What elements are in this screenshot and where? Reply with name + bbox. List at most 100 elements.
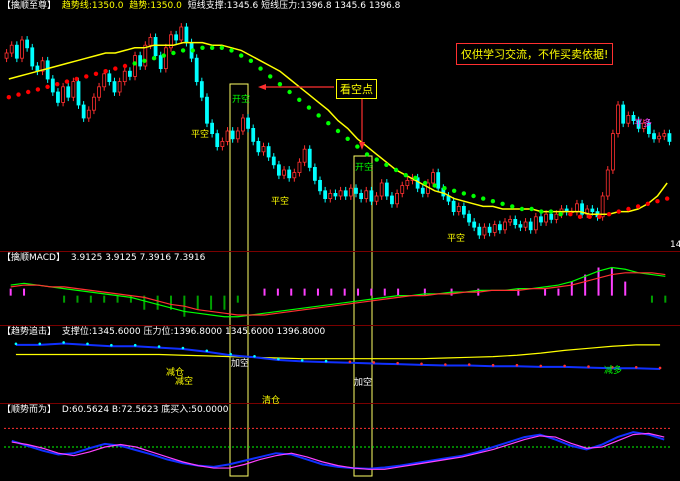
candle-body — [518, 224, 523, 228]
candle-body — [451, 200, 456, 212]
support-dot — [258, 66, 263, 71]
candle-body — [174, 34, 179, 41]
candle-body — [230, 130, 235, 140]
trend-dot — [157, 345, 161, 348]
candle-body — [400, 185, 405, 194]
candle-body — [318, 179, 322, 192]
candle-body — [312, 166, 317, 181]
add-short-tag-1: 加空 — [231, 359, 250, 369]
trend-dot — [467, 363, 471, 366]
support-dot — [568, 212, 573, 217]
candle-body — [25, 39, 30, 49]
trend-dot — [587, 365, 590, 368]
support-dot — [277, 82, 283, 87]
trend-dot — [38, 342, 42, 346]
support-dot — [238, 53, 244, 58]
close-short-tag-1: 平空 — [191, 130, 210, 140]
candle-body — [379, 182, 384, 197]
support-dot — [587, 214, 592, 219]
candle-body — [138, 55, 143, 67]
trend-dot — [277, 357, 280, 361]
callout-arrowhead-down — [359, 142, 365, 150]
candle-body — [533, 216, 538, 231]
support-dot — [132, 61, 137, 66]
support-dot — [297, 97, 302, 103]
candle-body — [158, 55, 163, 69]
candle-body — [282, 169, 286, 176]
candle-body — [662, 133, 667, 137]
candle-body — [667, 133, 672, 142]
candle-body — [384, 182, 389, 197]
support-dot — [539, 209, 544, 214]
candle-body — [56, 91, 60, 103]
support-dot — [190, 48, 195, 53]
candle-body — [292, 172, 297, 179]
support-dot — [171, 50, 176, 56]
support-dot — [432, 183, 438, 188]
support-dot — [403, 173, 408, 178]
candle-body — [92, 96, 96, 111]
main-panel-title: 【擒顺至尊】 — [2, 1, 57, 11]
support-dot — [345, 136, 350, 141]
candle-body — [323, 190, 328, 200]
support-dot — [55, 82, 60, 87]
candle-body — [81, 104, 86, 119]
trend-dot — [563, 364, 566, 368]
macd-values: 3.9125 3.9125 7.3916 7.3916 — [70, 253, 206, 263]
trend-dot — [396, 361, 399, 365]
candle-body — [354, 187, 358, 194]
candle-body — [333, 192, 338, 197]
support-dot — [287, 89, 292, 95]
candle-body — [621, 104, 626, 124]
support-dot — [16, 92, 21, 97]
main-trend-value: 趋势线:1350.0 — [61, 1, 124, 11]
support-dot — [384, 162, 389, 167]
support-dot — [655, 199, 660, 204]
power-panel-values: D:60.5624 B:72.5623 底买入:50.0000 — [61, 405, 229, 415]
candle-body — [302, 148, 307, 163]
short-point-callout: 看空点 — [336, 79, 377, 99]
trend-dot — [133, 343, 137, 347]
trend-dot — [62, 341, 65, 344]
candle-body — [163, 47, 168, 69]
support-dot — [616, 209, 621, 214]
candle-body — [277, 164, 281, 176]
candle-body — [133, 55, 137, 77]
candle-body — [497, 224, 502, 231]
candle-body — [199, 81, 204, 98]
support-dot — [510, 204, 515, 209]
candle-body — [549, 213, 554, 220]
trend-panel-header: 【趋势追击】 支撑位:1345.6000 压力位:1396.8000 1345.… — [2, 327, 328, 338]
trend-dot — [444, 363, 447, 366]
highlight-box — [229, 83, 249, 477]
support-dot — [519, 206, 525, 212]
candle-body — [482, 226, 487, 236]
candle-body — [9, 44, 14, 54]
candle-body — [369, 190, 374, 202]
candle-body — [461, 205, 466, 215]
support-dot — [84, 74, 89, 79]
candle-body — [477, 226, 482, 236]
candle-body — [652, 133, 656, 140]
candle-body — [220, 140, 225, 147]
candle-body — [117, 81, 122, 93]
candle-body — [153, 37, 158, 57]
support-dot — [558, 212, 563, 217]
main-panel-header: 【擒顺至尊】 趋势线:1350.0 趋势:1350.0 短线支撑:1345.6 … — [2, 1, 403, 12]
candle-body — [626, 115, 631, 124]
candle-body — [395, 192, 399, 205]
trend-dot — [86, 342, 89, 346]
add-short-tag-2: 加空 — [354, 378, 373, 388]
power-panel-header: 【顺势而为】 D:60.5624 B:72.5623 底买入:50.0000 — [2, 405, 231, 416]
support-dot — [6, 95, 12, 100]
support-dot — [74, 76, 79, 82]
trend-dot — [634, 365, 638, 369]
panel-separator — [0, 251, 680, 252]
candle-body — [605, 169, 610, 197]
candle-body — [343, 190, 348, 197]
candle-body — [179, 26, 184, 41]
candle-body — [657, 135, 662, 140]
candle-body — [503, 221, 507, 231]
trend-dot — [253, 354, 256, 358]
candle-body — [487, 226, 492, 233]
